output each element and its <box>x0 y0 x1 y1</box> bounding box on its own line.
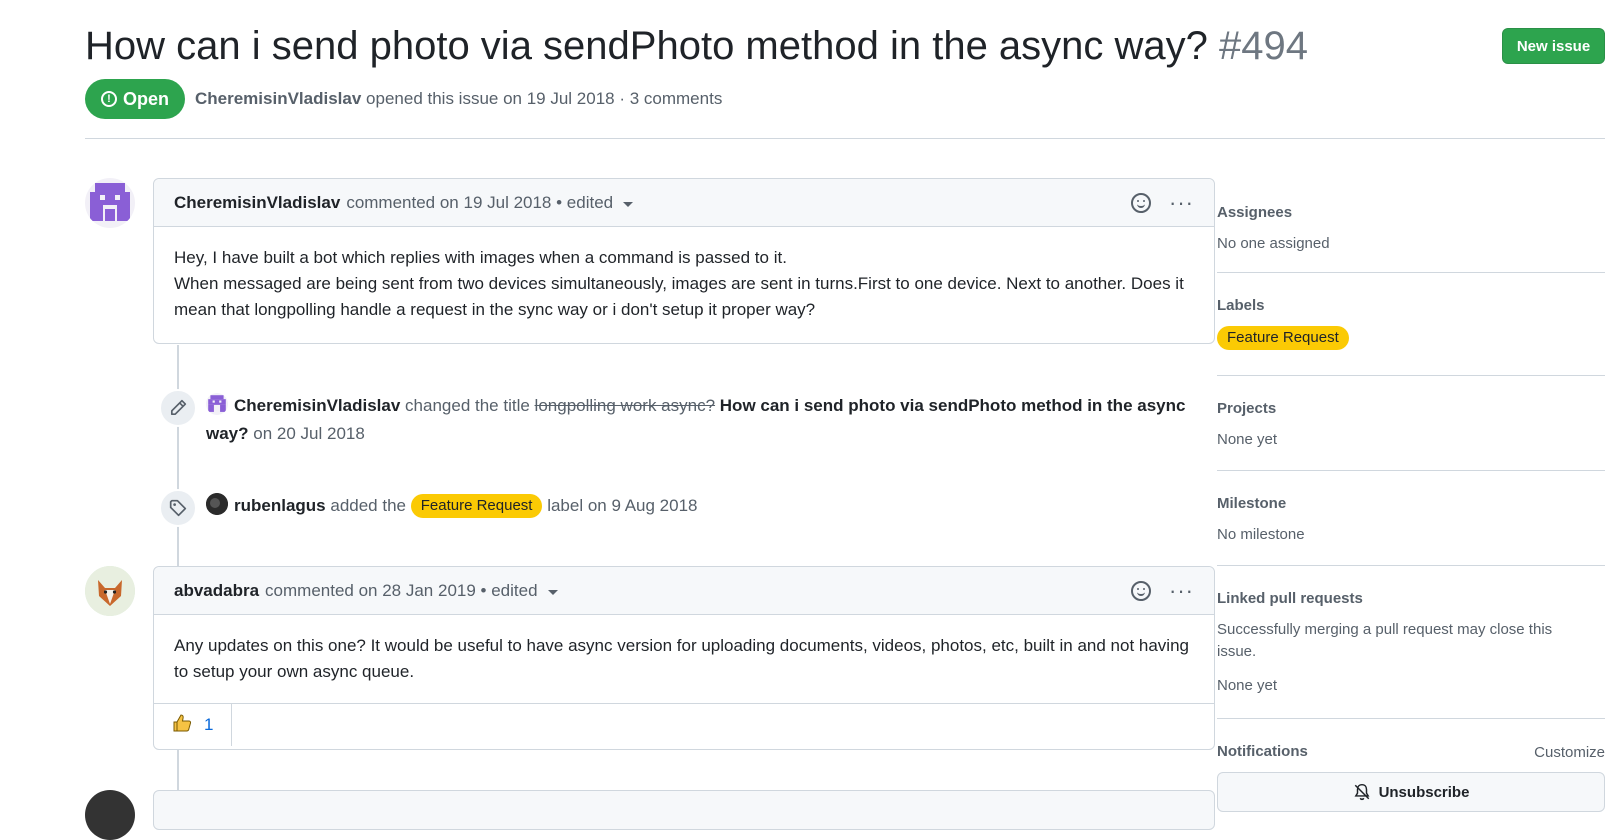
issue-author-link[interactable]: CheremisinVladislav <box>195 89 361 108</box>
comment-paragraph: Hey, I have built a bot which replies wi… <box>174 248 787 267</box>
sidebar-heading[interactable]: Projects <box>1217 399 1605 419</box>
add-reaction-icon[interactable] <box>1131 193 1152 213</box>
avatar-abvadabra[interactable] <box>85 566 135 616</box>
issue-open-icon: ! <box>100 91 117 107</box>
more-options-icon[interactable]: ··· <box>1169 580 1194 602</box>
sidebar-value: None yet <box>1217 431 1278 448</box>
sidebar-divider <box>1217 375 1605 376</box>
sidebar-divider <box>1217 718 1605 719</box>
sidebar-value: No milestone <box>1217 526 1305 543</box>
comment-card <box>153 790 1215 830</box>
comment-body: Hey, I have built a bot which replies wi… <box>154 227 1214 341</box>
pencil-icon <box>170 399 187 416</box>
bell-slash-icon <box>1354 783 1370 801</box>
sidebar-divider <box>1217 470 1605 471</box>
sidebar-value: None yet <box>1217 677 1278 694</box>
comment-card: abvadabra commented on 28 Jan 2019 • edi… <box>153 566 1215 750</box>
issue-state-label: Open <box>122 88 169 109</box>
unsubscribe-label: Unsubscribe <box>1378 783 1470 801</box>
issue-title: How can i send photo via sendPhoto metho… <box>85 20 1308 72</box>
comment-paragraph: Any updates on this one? It would be use… <box>174 636 1189 681</box>
event-action: added the <box>330 496 406 515</box>
sidebar-value: No one assigned <box>1217 235 1330 252</box>
comment-card: CheremisinVladislav commented on 19 Jul … <box>153 178 1215 344</box>
mini-avatar-cheremisinvladislav[interactable] <box>206 393 228 415</box>
comment-header: CheremisinVladislav commented on 19 Jul … <box>154 179 1214 227</box>
unsubscribe-button[interactable]: Unsubscribe <box>1217 772 1605 812</box>
issue-opened-text: opened this issue on 19 Jul 2018 · 3 com… <box>366 89 723 108</box>
chevron-down-icon[interactable] <box>623 201 634 207</box>
issue-title-text: How can i send photo via sendPhoto metho… <box>85 24 1208 68</box>
event-author-link[interactable]: CheremisinVladislav <box>234 396 400 415</box>
sidebar-notifications: Notifications Customize <box>1217 742 1605 764</box>
issue-state-badge: ! Open <box>85 79 185 119</box>
event-author-link[interactable]: rubenlagus <box>234 496 326 515</box>
sidebar-assignees: Assignees No one assigned <box>1217 203 1605 255</box>
comment-meta[interactable]: commented on 28 Jan 2019 • edited <box>265 581 537 601</box>
reaction-thumbs-up[interactable]: 1 <box>154 704 233 746</box>
comment-paragraph: When messaged are being sent from two de… <box>174 274 1184 319</box>
tag-icon <box>169 499 187 517</box>
sidebar-heading: Notifications <box>1217 743 1308 760</box>
reaction-bar: 1 <box>154 703 1214 746</box>
event-badge <box>159 389 197 427</box>
reaction-count: 1 <box>204 715 214 734</box>
issue-number: #494 <box>1219 24 1309 68</box>
sidebar-heading[interactable]: Assignees <box>1217 203 1605 223</box>
sidebar-labels: Labels Feature Request <box>1217 296 1605 350</box>
customize-link[interactable]: Customize <box>1534 742 1605 764</box>
sidebar-heading[interactable]: Milestone <box>1217 494 1605 514</box>
avatar-cheremisinvladislav[interactable] <box>85 178 135 228</box>
sidebar-milestone: Milestone No milestone <box>1217 494 1605 546</box>
more-options-icon[interactable]: ··· <box>1169 192 1194 214</box>
new-issue-button[interactable]: New issue <box>1502 28 1605 64</box>
timeline-event-label: rubenlagus added the Feature Request lab… <box>206 492 1206 520</box>
comment-header: abvadabra commented on 28 Jan 2019 • edi… <box>154 567 1214 615</box>
timeline-event-rename: CheremisinVladislav changed the title lo… <box>206 392 1206 448</box>
sidebar-heading[interactable]: Labels <box>1217 296 1605 316</box>
label-feature-request[interactable]: Feature Request <box>410 494 543 518</box>
event-date[interactable]: on 20 Jul 2018 <box>253 424 365 443</box>
event-badge <box>159 489 197 527</box>
issue-meta: CheremisinVladislav opened this issue on… <box>195 87 722 111</box>
add-reaction-icon[interactable] <box>1131 581 1152 601</box>
sidebar-linked-prs: Linked pull requests Successfully mergin… <box>1217 589 1605 697</box>
sidebar-projects: Projects None yet <box>1217 399 1605 451</box>
sidebar-heading[interactable]: Linked pull requests <box>1217 589 1605 609</box>
comment-author-link[interactable]: CheremisinVladislav <box>174 193 340 213</box>
event-action: changed the title <box>405 396 530 415</box>
chevron-down-icon[interactable] <box>547 589 558 595</box>
sidebar-divider <box>1217 565 1605 566</box>
thumbs-up-icon <box>172 713 192 738</box>
sidebar-note: Successfully merging a pull request may … <box>1217 621 1553 660</box>
comment-body: Any updates on this one? It would be use… <box>154 615 1214 703</box>
label-feature-request[interactable]: Feature Request <box>1217 326 1349 350</box>
mini-avatar-rubenlagus[interactable] <box>206 493 228 515</box>
sidebar-divider <box>1217 272 1605 273</box>
old-title: longpolling work async? <box>534 396 716 415</box>
avatar-next-commenter[interactable] <box>85 790 135 840</box>
comment-author-link[interactable]: abvadabra <box>174 581 259 601</box>
event-suffix: label on 9 Aug 2018 <box>547 496 698 515</box>
comment-meta[interactable]: commented on 19 Jul 2018 • edited <box>346 193 613 213</box>
header-divider <box>85 138 1605 139</box>
